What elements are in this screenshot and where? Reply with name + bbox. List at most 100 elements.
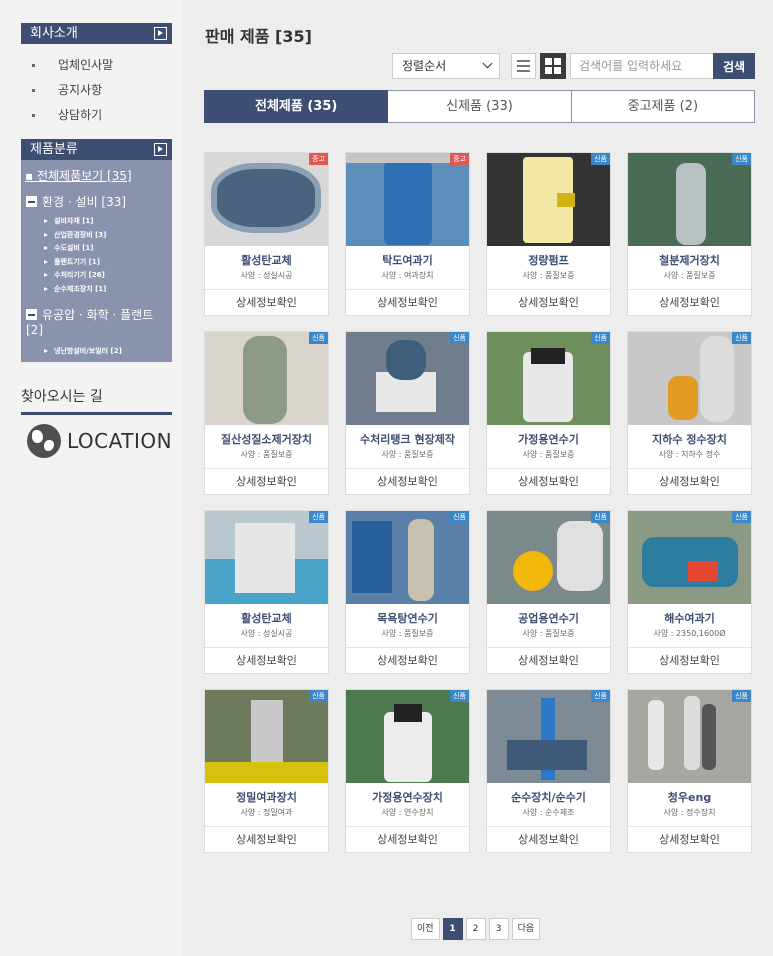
product-image[interactable] [205,153,328,246]
detail-button[interactable]: 상세정보확인 [487,289,610,316]
category-sub-item[interactable]: 냉난방설비/보일러 [2] [44,345,122,359]
detail-button[interactable]: 상세정보확인 [628,289,751,316]
search-button[interactable]: 검색 [713,53,755,79]
category-sub-item[interactable]: 설비자재 [1] [44,215,106,229]
page-button[interactable]: 2 [465,918,486,940]
category-header[interactable]: 제품분류 [21,139,172,160]
next-page-button[interactable]: 다음 [511,918,541,940]
product-image[interactable] [487,153,610,246]
product-image[interactable] [487,690,610,783]
product-image[interactable] [205,690,328,783]
tab-new[interactable]: 신제품 (33) [388,90,572,123]
detail-button[interactable]: 상세정보확인 [205,647,328,674]
product-spec: 사양 : 성실시공 [240,271,293,280]
product-image[interactable] [487,511,610,604]
page-button[interactable]: 3 [488,918,509,940]
product-image[interactable] [205,511,328,604]
product-image[interactable] [628,690,751,783]
about-header[interactable]: 회사소개 [21,23,172,44]
about-item-greeting[interactable]: 업체인사말 [30,55,113,80]
detail-button[interactable]: 상세정보확인 [346,647,469,674]
category-sub-item[interactable]: 수도설비 [1] [44,242,106,256]
product-name[interactable]: 목욕탕연수기 [346,610,469,626]
product-name[interactable]: 활성탄교체 [205,610,328,626]
product-image[interactable] [487,332,610,425]
detail-button[interactable]: 상세정보확인 [628,647,751,674]
product-card[interactable]: 신품 공업용연수기 사양 : 품질보증 상세정보확인 [486,510,611,674]
page-button[interactable]: 1 [442,918,463,940]
product-name[interactable]: 수처리탱크 현장제작 [346,431,469,447]
grid-view-icon [545,67,552,74]
product-name[interactable]: 지하수 정수장치 [628,431,751,447]
product-name[interactable]: 활성탄교체 [205,252,328,268]
product-name[interactable]: 질산성질소제거장치 [205,431,328,447]
product-card[interactable]: 신품 목욕탕연수기 사양 : 품질보증 상세정보확인 [345,510,470,674]
product-image[interactable] [628,153,751,246]
about-item-consult[interactable]: 상담하기 [30,105,113,130]
product-name[interactable]: 정밀여과장치 [205,789,328,805]
product-card[interactable]: 중고 활성탄교체 사양 : 성실시공 상세정보확인 [204,152,329,316]
category-group-env[interactable]: 환경 · 설비 [33] [26,193,126,210]
prev-page-button[interactable]: 이전 [411,918,440,940]
location-link[interactable]: LOCATION [27,423,172,459]
category-sub-item[interactable]: 순수제조장치 [1] [44,283,106,297]
product-card[interactable]: 신품 순수장치/순수기 사양 : 순수제조 상세정보확인 [486,689,611,853]
product-card[interactable]: 중고 탁도여과기 사양 : 여과장치 상세정보확인 [345,152,470,316]
location-label: LOCATION [67,429,173,453]
sort-select[interactable]: 정렬순서 [392,53,500,79]
product-image[interactable] [346,153,469,246]
about-item-notice[interactable]: 공지사항 [30,80,113,105]
product-name[interactable]: 공업용연수기 [487,610,610,626]
detail-button[interactable]: 상세정보확인 [628,468,751,495]
product-image[interactable] [346,332,469,425]
product-card[interactable]: 신품 정밀여과장치 사양 : 정밀여과 상세정보확인 [204,689,329,853]
product-card[interactable]: 신품 활성탄교체 사양 : 성실시공 상세정보확인 [204,510,329,674]
detail-button[interactable]: 상세정보확인 [487,468,610,495]
product-card[interactable]: 신품 지하수 정수장치 사양 : 지하수 정수 상세정보확인 [627,331,752,495]
detail-button[interactable]: 상세정보확인 [346,289,469,316]
category-sub-item[interactable]: 수처리기기 [26] [44,269,106,283]
product-image[interactable] [346,690,469,783]
product-image[interactable] [628,332,751,425]
search-input[interactable] [570,53,713,79]
grid-view-button[interactable] [540,53,566,79]
product-card[interactable]: 신품 가정용연수장치 사양 : 연수장치 상세정보확인 [345,689,470,853]
detail-button[interactable]: 상세정보확인 [205,826,328,853]
product-name[interactable]: 순수장치/순수기 [487,789,610,805]
product-card[interactable]: 신품 정량펌프 사양 : 품질보증 상세정보확인 [486,152,611,316]
product-name[interactable]: 정량펌프 [487,252,610,268]
tab-all[interactable]: 전체제품 (35) [204,90,389,123]
product-image[interactable] [628,511,751,604]
category-group-chem[interactable]: 유공압 · 화학 · 플랜트 [2] [26,308,166,338]
product-name[interactable]: 해수여과기 [628,610,751,626]
detail-button[interactable]: 상세정보확인 [205,468,328,495]
category-sub-item[interactable]: 플랜트기기 [1] [44,256,106,270]
product-card[interactable]: 신품 질산성질소제거장치 사양 : 품질보증 상세정보확인 [204,331,329,495]
product-spec: 사양 : 품질보증 [522,271,575,280]
detail-button[interactable]: 상세정보확인 [487,826,610,853]
product-card[interactable]: 신품 청우eng 사양 : 정수장치 상세정보확인 [627,689,752,853]
product-name[interactable]: 가정용연수기 [487,431,610,447]
detail-button[interactable]: 상세정보확인 [346,468,469,495]
detail-button[interactable]: 상세정보확인 [205,289,328,316]
product-card[interactable]: 신품 철분제거장치 사양 : 품질보증 상세정보확인 [627,152,752,316]
product-name[interactable]: 탁도여과기 [346,252,469,268]
main-content: 판매 제품 [35] 정렬순서 검색 전체제품 (35) 신제품 (33) 중고… [183,0,773,956]
all-products-link[interactable]: ▪ 전체제품보기 [35] [25,167,132,184]
detail-button[interactable]: 상세정보확인 [628,826,751,853]
product-card[interactable]: 신품 가정용연수기 사양 : 품질보증 상세정보확인 [486,331,611,495]
category-group-label: 유공압 · 화학 · 플랜트 [2] [26,308,154,337]
product-image[interactable] [346,511,469,604]
about-menu: 업체인사말 공지사항 상담하기 [30,55,113,130]
product-card[interactable]: 신품 수처리탱크 현장제작 사양 : 품질보증 상세정보확인 [345,331,470,495]
product-image[interactable] [205,332,328,425]
product-card[interactable]: 신품 해수여과기 사양 : 2350,1600Ø 상세정보확인 [627,510,752,674]
product-name[interactable]: 청우eng [628,789,751,805]
list-view-button[interactable] [511,53,536,79]
detail-button[interactable]: 상세정보확인 [487,647,610,674]
product-name[interactable]: 철분제거장치 [628,252,751,268]
detail-button[interactable]: 상세정보확인 [346,826,469,853]
category-sub-item[interactable]: 산업환경장비 [3] [44,229,106,243]
product-name[interactable]: 가정용연수장치 [346,789,469,805]
tab-used[interactable]: 중고제품 (2) [571,90,755,123]
